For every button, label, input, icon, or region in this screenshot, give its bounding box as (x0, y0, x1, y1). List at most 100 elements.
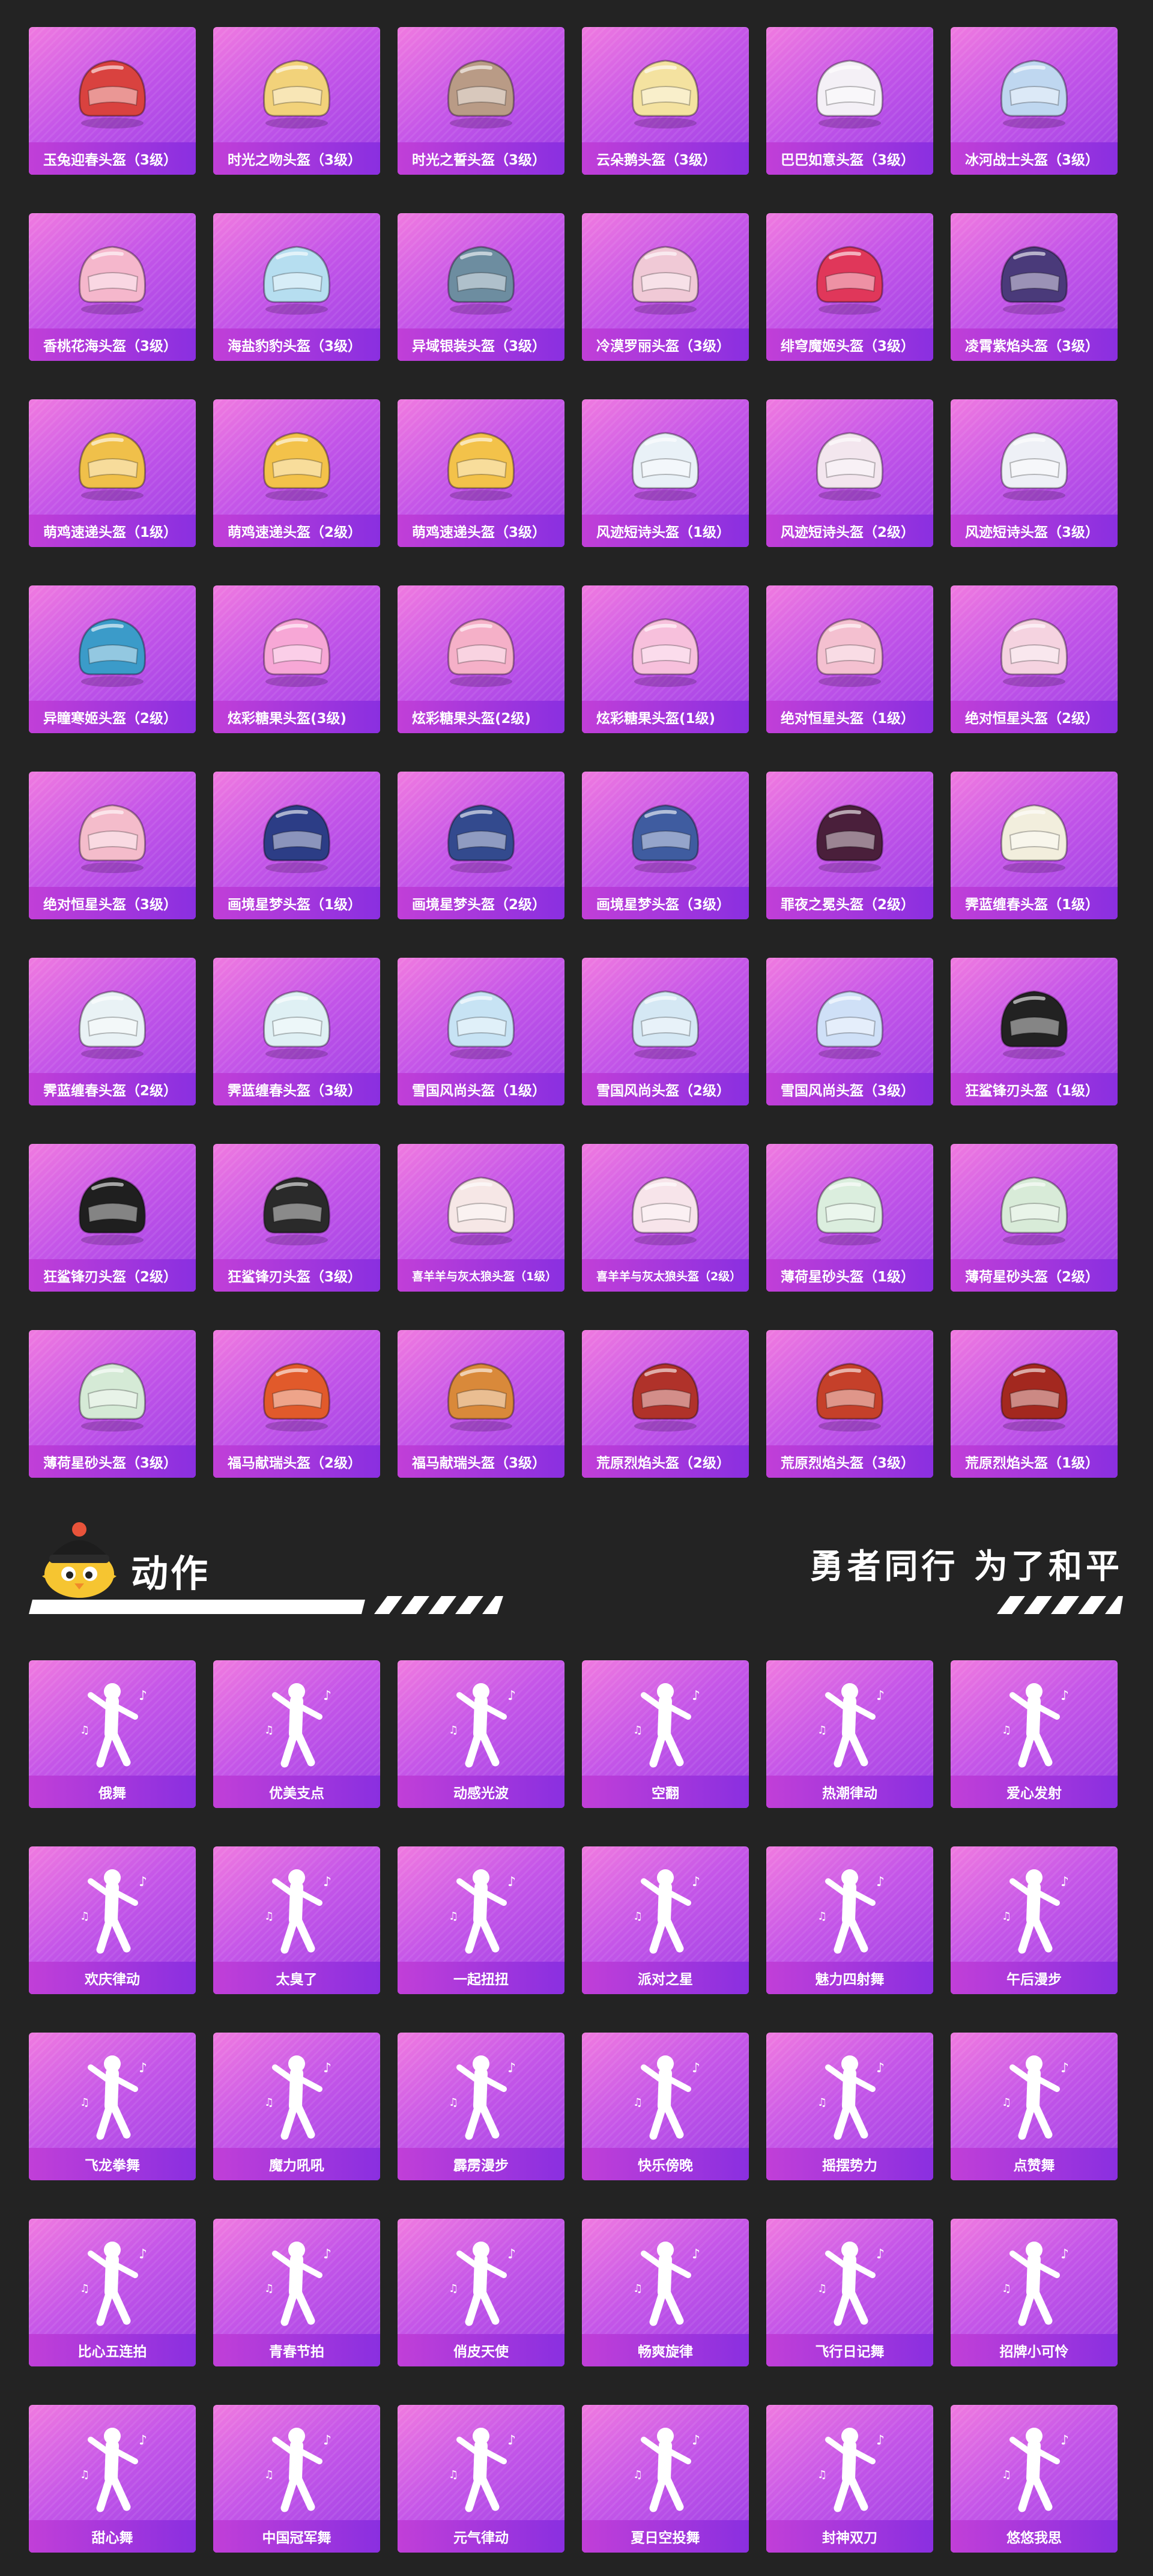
helmet-card[interactable]: 绝对恒星头盔（1级） (766, 585, 933, 733)
emote-name: 俏皮天使 (398, 2334, 564, 2366)
helmet-card[interactable]: 香桃花海头盔（3级） (29, 213, 196, 361)
helmet-card[interactable]: 霁蓝缠春头盔（2级） (29, 958, 196, 1105)
emote-card[interactable]: ♪ ♫ 午后漫步 (951, 1846, 1118, 1994)
emote-name: 爱心发射 (951, 1776, 1118, 1808)
helmet-card[interactable]: 风迹短诗头盔（2级） (766, 399, 933, 547)
helmet-card[interactable]: 福马献瑞头盔（3级） (398, 1330, 564, 1478)
helmet-card[interactable]: 风迹短诗头盔（3级） (951, 399, 1118, 547)
emote-card[interactable]: ♪ ♫ 太臭了 (213, 1846, 380, 1994)
emote-name: 夏日空投舞 (582, 2520, 749, 2553)
emote-card[interactable]: ♪ ♫ 魅力四射舞 (766, 1846, 933, 1994)
helmet-card[interactable]: 画境星梦头盔（2级） (398, 772, 564, 919)
helmet-image (802, 785, 898, 881)
helmet-card[interactable]: 荒原烈焰头盔（3级） (766, 1330, 933, 1478)
helmet-icon (816, 432, 884, 501)
helmet-card[interactable]: 薄荷星砂头盔（1级） (766, 1144, 933, 1292)
helmet-card[interactable]: 画境星梦头盔（3级） (582, 772, 749, 919)
emote-card[interactable]: ♪ ♫ 悠悠我思 (951, 2405, 1118, 2553)
emote-card[interactable]: ♪ ♫ 中国冠军舞 (213, 2405, 380, 2553)
svg-text:♪: ♪ (507, 2433, 516, 2448)
helmet-card[interactable]: 异瞳寒姬头盔（2级） (29, 585, 196, 733)
helmet-card[interactable]: 绯穹魔姬头盔（3级） (766, 213, 933, 361)
emote-card[interactable]: ♪ ♫ 招牌小可怜 (951, 2219, 1118, 2366)
emote-card[interactable]: ♪ ♫ 欢庆律动 (29, 1846, 196, 1994)
helmet-card[interactable]: 玉兔迎春头盔（3级） (29, 27, 196, 175)
emote-card[interactable]: ♪ ♫ 畅爽旋律 (582, 2219, 749, 2366)
helmet-card[interactable]: 雪国风尚头盔（3级） (766, 958, 933, 1105)
helmet-card[interactable]: 霁蓝缠春头盔（3级） (213, 958, 380, 1105)
emote-card[interactable]: ♪ ♫ 空翻 (582, 1660, 749, 1808)
emote-card[interactable]: ♪ ♫ 比心五连拍 (29, 2219, 196, 2366)
emote-card[interactable]: ♪ ♫ 快乐傍晚 (582, 2033, 749, 2180)
helmet-card[interactable]: 狂鲨锋刃头盔（3级） (213, 1144, 380, 1292)
emote-card[interactable]: ♪ ♫ 热潮律动 (766, 1660, 933, 1808)
helmet-card[interactable]: 绝对恒星头盔（2级） (951, 585, 1118, 733)
helmet-card[interactable]: 雪国风尚头盔（2级） (582, 958, 749, 1105)
helmet-image (249, 971, 345, 1067)
helmet-card[interactable]: 风迹短诗头盔（1级） (582, 399, 749, 547)
helmet-card[interactable]: 炫彩糖果头盔(3级) (213, 585, 380, 733)
helmet-card[interactable]: 雪国风尚头盔（1级） (398, 958, 564, 1105)
helmet-card[interactable]: 时光之誓头盔（3级） (398, 27, 564, 175)
helmet-card[interactable]: 巴巴如意头盔（3级） (766, 27, 933, 175)
svg-text:♪: ♪ (692, 1875, 700, 1890)
helmet-card[interactable]: 罪夜之冕头盔（2级） (766, 772, 933, 919)
helmet-card[interactable]: 绝对恒星头盔（3级） (29, 772, 196, 919)
emote-card[interactable]: ♪ ♫ 魔力吼吼 (213, 2033, 380, 2180)
helmet-card[interactable]: 狂鲨锋刃头盔（2级） (29, 1144, 196, 1292)
emote-card[interactable]: ♪ ♫ 甜心舞 (29, 2405, 196, 2553)
helmet-card[interactable]: 福马献瑞头盔（2级） (213, 1330, 380, 1478)
emote-card[interactable]: ♪ ♫ 点赞舞 (951, 2033, 1118, 2180)
helmet-card[interactable]: 薄荷星砂头盔（2级） (951, 1144, 1118, 1292)
svg-text:♪: ♪ (692, 2247, 700, 2262)
emote-card[interactable]: ♪ ♫ 俄舞 (29, 1660, 196, 1808)
emote-card[interactable]: ♪ ♫ 夏日空投舞 (582, 2405, 749, 2553)
helmet-card[interactable]: 荒原烈焰头盔（1级） (951, 1330, 1118, 1478)
helmet-card[interactable]: 萌鸡速递头盔（3级） (398, 399, 564, 547)
emote-card[interactable]: ♪ ♫ 派对之星 (582, 1846, 749, 1994)
emote-image: ♪ ♫ (249, 1673, 345, 1770)
helmet-icon (1000, 990, 1068, 1059)
helmet-card[interactable]: 喜羊羊与灰太狼头盔（2级） (582, 1144, 749, 1292)
helmet-icon (1000, 432, 1068, 501)
svg-text:♫: ♫ (817, 2096, 827, 2109)
helmet-card[interactable]: 冰河战士头盔（3级） (951, 27, 1118, 175)
helmet-name: 风迹短诗头盔（2级） (766, 515, 933, 547)
helmet-card[interactable]: 炫彩糖果头盔(1级) (582, 585, 749, 733)
emote-card[interactable]: ♪ ♫ 动感光波 (398, 1660, 564, 1808)
emote-card[interactable]: ♪ ♫ 霹雳漫步 (398, 2033, 564, 2180)
helmet-card[interactable]: 凌霄紫焰头盔（3级） (951, 213, 1118, 361)
emote-name: 比心五连拍 (29, 2334, 196, 2366)
emote-card[interactable]: ♪ ♫ 一起扭扭 (398, 1846, 564, 1994)
helmet-card[interactable]: 萌鸡速递头盔（1级） (29, 399, 196, 547)
helmet-card[interactable]: 喜羊羊与灰太狼头盔（1级） (398, 1144, 564, 1292)
emote-card[interactable]: ♪ ♫ 青春节拍 (213, 2219, 380, 2366)
helmet-card[interactable]: 时光之吻头盔（3级） (213, 27, 380, 175)
emote-card[interactable]: ♪ ♫ 飞行日记舞 (766, 2219, 933, 2366)
emote-image: ♪ ♫ (64, 2046, 160, 2142)
helmet-image (433, 40, 529, 136)
helmet-image (433, 599, 529, 695)
helmet-name: 云朵鹅头盔（3级） (582, 142, 749, 175)
helmet-card[interactable]: 霁蓝缠春头盔（1级） (951, 772, 1118, 919)
emote-image: ♪ ♫ (433, 1673, 529, 1770)
emote-card[interactable]: ♪ ♫ 飞龙拳舞 (29, 2033, 196, 2180)
helmet-card[interactable]: 海盐豹豹头盔（3级） (213, 213, 380, 361)
helmet-card[interactable]: 云朵鹅头盔（3级） (582, 27, 749, 175)
helmet-card[interactable]: 炫彩糖果头盔(2级) (398, 585, 564, 733)
helmet-card[interactable]: 荒原烈焰头盔（2级） (582, 1330, 749, 1478)
helmet-card[interactable]: 薄荷星砂头盔（3级） (29, 1330, 196, 1478)
emote-card[interactable]: ♪ ♫ 元气律动 (398, 2405, 564, 2553)
helmet-card[interactable]: 画境星梦头盔（1级） (213, 772, 380, 919)
emote-card[interactable]: ♪ ♫ 封神双刀 (766, 2405, 933, 2553)
helmet-card[interactable]: 狂鲨锋刃头盔（1级） (951, 958, 1118, 1105)
emote-card[interactable]: ♪ ♫ 优美支点 (213, 1660, 380, 1808)
emote-card[interactable]: ♪ ♫ 俏皮天使 (398, 2219, 564, 2366)
emote-card[interactable]: ♪ ♫ 摇摆势力 (766, 2033, 933, 2180)
helmet-name: 时光之吻头盔（3级） (213, 142, 380, 175)
helmet-card[interactable]: 萌鸡速递头盔（2级） (213, 399, 380, 547)
helmet-card[interactable]: 冷漠罗丽头盔（3级） (582, 213, 749, 361)
svg-text:♪: ♪ (139, 2433, 147, 2448)
helmet-card[interactable]: 异域银装头盔（3级） (398, 213, 564, 361)
emote-card[interactable]: ♪ ♫ 爱心发射 (951, 1660, 1118, 1808)
